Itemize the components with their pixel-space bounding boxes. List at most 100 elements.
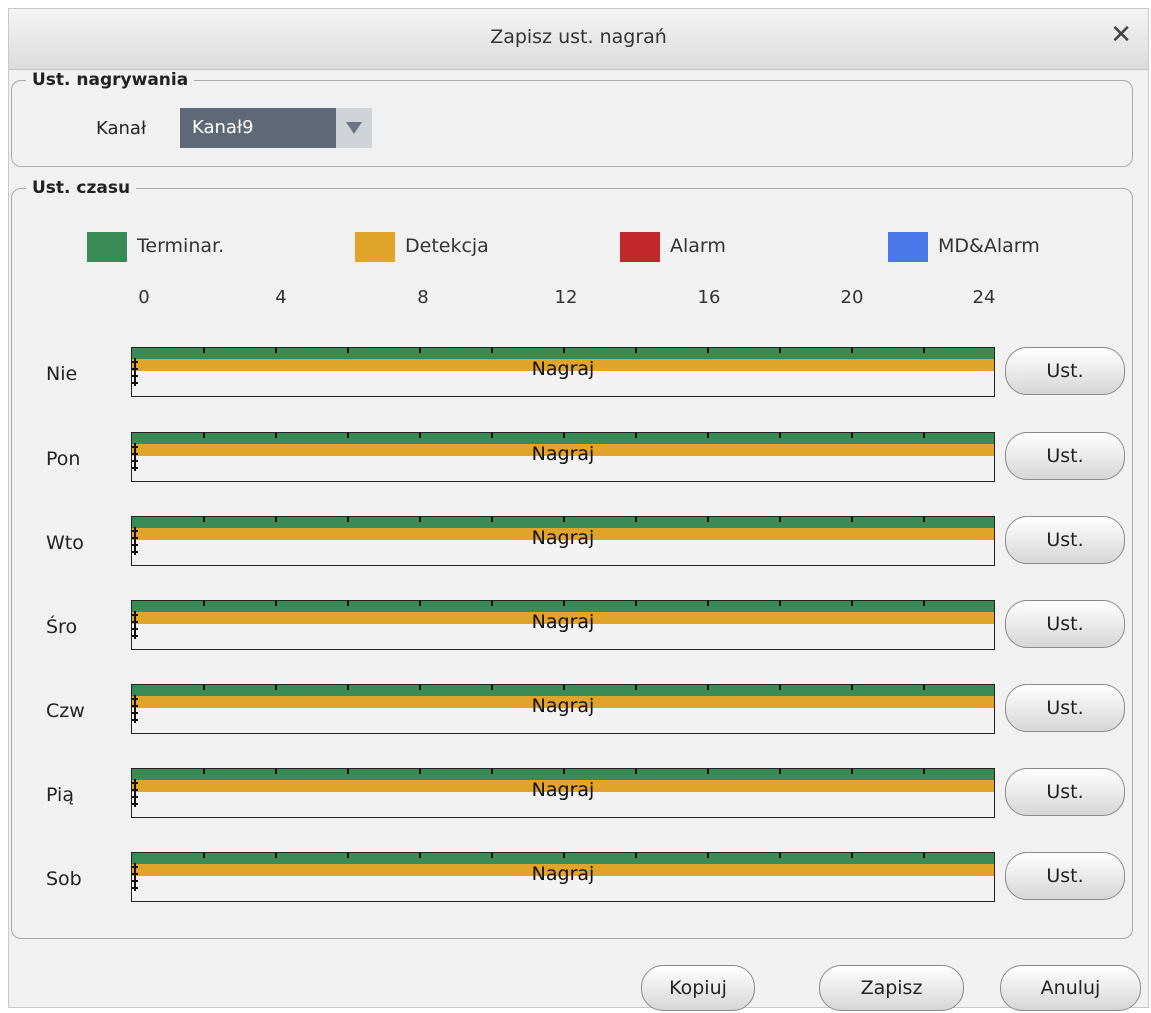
axis-label-20: 20 xyxy=(840,287,864,308)
settings-button[interactable]: Ust. xyxy=(1005,432,1125,480)
hour-tick xyxy=(491,433,493,438)
hour-tick xyxy=(635,685,637,690)
hour-tick xyxy=(491,769,493,774)
row-tick xyxy=(132,635,138,637)
row-tick xyxy=(132,789,138,791)
settings-button[interactable]: Ust. xyxy=(1005,768,1125,816)
schedule-row-sob: Sob Nagraj Ust. xyxy=(0,852,1151,904)
row-tick xyxy=(132,719,138,721)
hour-tick xyxy=(779,853,781,858)
hour-tick xyxy=(203,433,205,438)
axis-label-16: 16 xyxy=(697,287,721,308)
dialog-title: Zapisz ust. nagrań xyxy=(490,26,667,48)
hour-tick xyxy=(779,348,781,353)
hour-tick xyxy=(203,601,205,606)
hour-tick xyxy=(563,517,565,522)
row-tick xyxy=(132,375,138,377)
schedule-bar[interactable]: Nagraj xyxy=(131,432,995,482)
cancel-button[interactable]: Anuluj xyxy=(1000,965,1141,1011)
time-settings-legend: Ust. czasu xyxy=(32,178,131,198)
schedule-row-nie: Nie Nagraj Ust. xyxy=(0,347,1151,399)
legend-swatch-alarm xyxy=(620,232,660,262)
row-tick xyxy=(132,460,138,462)
row-tick xyxy=(132,880,138,882)
hour-tick xyxy=(275,685,277,690)
row-tick xyxy=(132,368,138,370)
hour-tick xyxy=(779,517,781,522)
hour-tick xyxy=(707,517,709,522)
close-icon[interactable]: ✕ xyxy=(1110,21,1132,49)
settings-button[interactable]: Ust. xyxy=(1005,516,1125,564)
hour-tick xyxy=(635,601,637,606)
hour-tick xyxy=(419,769,421,774)
copy-button[interactable]: Kopiuj xyxy=(641,965,755,1011)
schedule-row-sro: Śro Nagraj Ust. xyxy=(0,600,1151,652)
row-tick xyxy=(132,453,138,455)
row-tick xyxy=(132,705,138,707)
schedule-bar[interactable]: Nagraj xyxy=(131,768,995,818)
hour-tick xyxy=(851,769,853,774)
hour-tick xyxy=(851,601,853,606)
channel-select[interactable]: Kanał9 xyxy=(180,108,372,148)
axis-label-24: 24 xyxy=(972,287,996,308)
row-tick xyxy=(132,361,138,363)
hour-tick xyxy=(779,685,781,690)
row-tick xyxy=(132,614,138,616)
schedule-bar[interactable]: Nagraj xyxy=(131,516,995,566)
hour-tick xyxy=(707,853,709,858)
axis-label-0: 0 xyxy=(138,287,150,308)
hour-tick xyxy=(923,433,925,438)
schedule-bar[interactable]: Nagraj xyxy=(131,852,995,902)
hour-tick xyxy=(203,769,205,774)
hour-tick xyxy=(707,769,709,774)
save-button[interactable]: Zapisz xyxy=(819,965,964,1011)
row-tick xyxy=(132,551,138,553)
row-tick xyxy=(132,537,138,539)
hour-tick xyxy=(347,769,349,774)
schedule-bar[interactable]: Nagraj xyxy=(131,600,995,650)
hour-tick xyxy=(923,348,925,353)
hour-tick xyxy=(275,348,277,353)
schedule-row-wto: Wto Nagraj Ust. xyxy=(0,516,1151,568)
hour-tick xyxy=(347,348,349,353)
hour-tick xyxy=(203,517,205,522)
hour-tick xyxy=(419,685,421,690)
row-tick xyxy=(132,796,138,798)
hour-tick xyxy=(707,601,709,606)
hour-tick xyxy=(923,601,925,606)
settings-button[interactable]: Ust. xyxy=(1005,684,1125,732)
row-tick xyxy=(132,698,138,700)
schedule-row-czw: Czw Nagraj Ust. xyxy=(0,684,1151,736)
legend-swatch-md-alarm xyxy=(888,232,928,262)
bar-label: Nagraj xyxy=(531,695,595,717)
settings-button[interactable]: Ust. xyxy=(1005,347,1125,395)
row-tick xyxy=(132,628,138,630)
bar-label: Nagraj xyxy=(531,443,595,465)
hour-tick xyxy=(779,433,781,438)
chevron-down-icon[interactable] xyxy=(336,108,372,148)
hour-tick xyxy=(779,769,781,774)
hour-tick xyxy=(203,685,205,690)
legend-label-detekcja: Detekcja xyxy=(405,235,489,257)
legend-label-md-alarm: MD&Alarm xyxy=(938,235,1040,257)
settings-button[interactable]: Ust. xyxy=(1005,600,1125,648)
day-label: Wto xyxy=(46,532,84,554)
hour-tick xyxy=(347,517,349,522)
hour-tick xyxy=(419,601,421,606)
day-label: Śro xyxy=(46,616,78,638)
hour-tick xyxy=(851,433,853,438)
hour-tick xyxy=(563,433,565,438)
schedule-bar[interactable]: Nagraj xyxy=(131,684,995,734)
day-label: Sob xyxy=(46,868,82,890)
schedule-bar[interactable]: Nagraj xyxy=(131,347,995,397)
legend-swatch-detekcja xyxy=(355,232,395,262)
hour-tick xyxy=(851,348,853,353)
hour-tick xyxy=(635,348,637,353)
hour-tick xyxy=(851,685,853,690)
hour-tick xyxy=(851,517,853,522)
hour-tick xyxy=(923,853,925,858)
row-tick xyxy=(132,382,138,384)
settings-button[interactable]: Ust. xyxy=(1005,852,1125,900)
hour-tick xyxy=(563,348,565,353)
hour-tick xyxy=(707,685,709,690)
